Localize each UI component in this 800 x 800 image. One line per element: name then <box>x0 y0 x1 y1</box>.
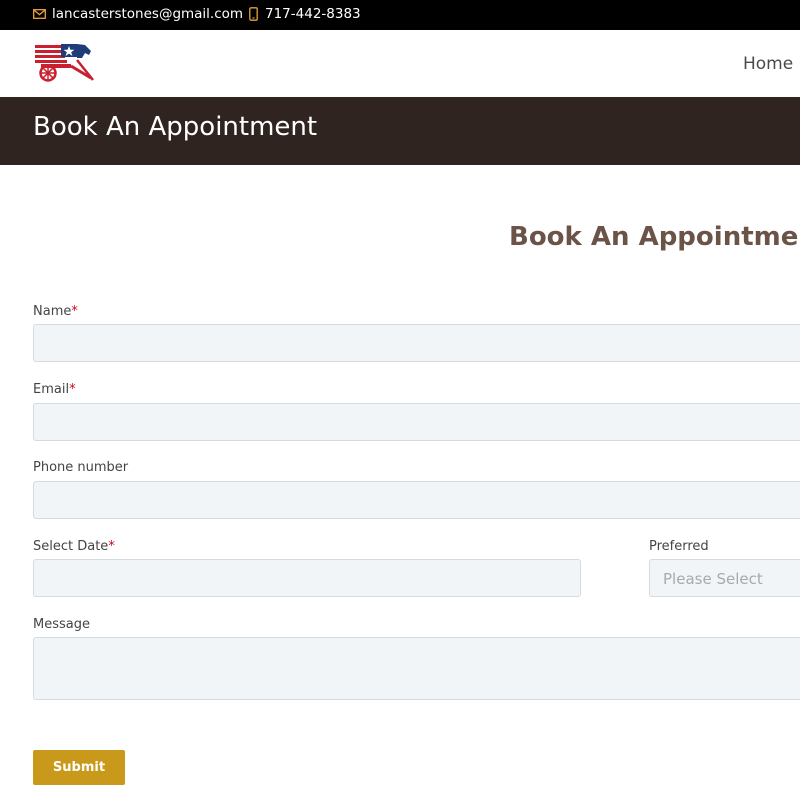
page-banner: Book An Appointment <box>0 97 800 165</box>
site-header: Home <box>0 30 800 97</box>
contact-email-text[interactable]: lancasterstones@gmail.com <box>52 6 243 22</box>
date-label-text: Select Date <box>33 539 109 554</box>
wagon-flag-logo-icon <box>35 44 94 82</box>
contact-email[interactable]: lancasterstones@gmail.com <box>33 6 243 22</box>
date-input[interactable] <box>33 559 581 597</box>
name-label-text: Name <box>33 304 72 319</box>
form-title: Book An Appointment <box>509 222 800 252</box>
email-label-text: Email <box>33 382 70 397</box>
name-label: Name* <box>33 304 78 319</box>
required-marker: * <box>69 382 76 397</box>
envelope-icon <box>33 9 46 19</box>
site-logo[interactable] <box>33 42 95 87</box>
phone-input[interactable] <box>33 481 800 519</box>
message-textarea[interactable] <box>33 637 800 700</box>
contact-phone-text[interactable]: 717-442-8383 <box>265 6 361 22</box>
name-input[interactable] <box>33 324 800 362</box>
preferred-label: Preferred <box>649 539 709 554</box>
email-input[interactable] <box>33 403 800 441</box>
mobile-phone-icon <box>249 7 258 21</box>
submit-button[interactable]: Submit <box>33 750 125 785</box>
page-title: Book An Appointment <box>33 112 318 142</box>
message-label: Message <box>33 617 90 632</box>
date-label: Select Date* <box>33 539 115 554</box>
preferred-select-placeholder: Please Select <box>663 570 763 588</box>
phone-label: Phone number <box>33 460 128 475</box>
phone-label-text: Phone number <box>33 460 129 475</box>
preferred-select[interactable]: Please Select <box>649 559 800 597</box>
top-contact-bar: lancasterstones@gmail.com 717-442-8383 <box>0 0 800 30</box>
email-label: Email* <box>33 382 76 397</box>
preferred-label-text: Preferred <box>649 539 709 554</box>
nav-home-link[interactable]: Home <box>743 54 793 74</box>
contact-phone[interactable]: 717-442-8383 <box>249 6 361 22</box>
required-marker: * <box>108 539 115 554</box>
required-marker: * <box>71 304 78 319</box>
message-label-text: Message <box>33 617 90 632</box>
